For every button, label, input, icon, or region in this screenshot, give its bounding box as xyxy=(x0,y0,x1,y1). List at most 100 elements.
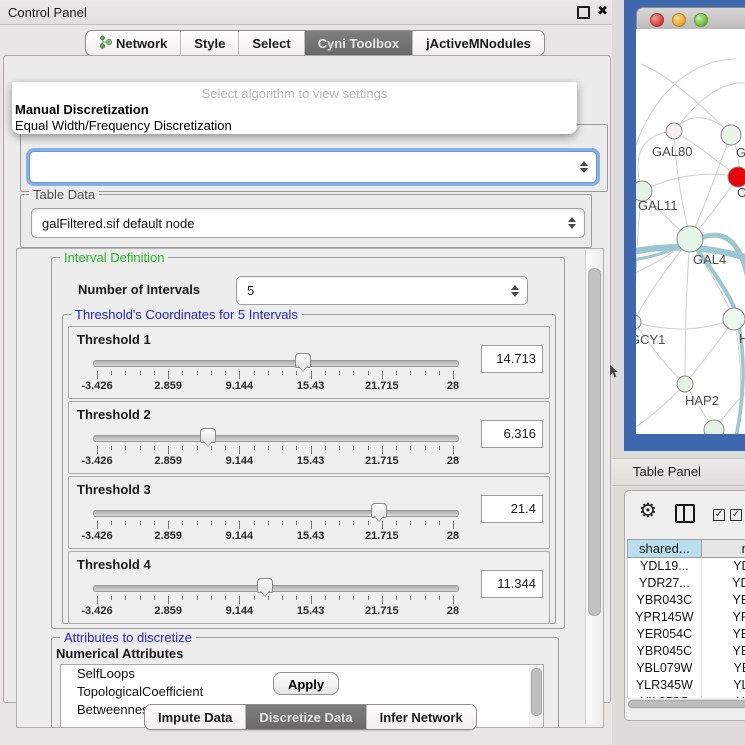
num-intervals-combobox[interactable]: 5 xyxy=(236,276,528,305)
tick-mark xyxy=(282,521,283,525)
table-row[interactable]: YBR043CYBR0 xyxy=(628,592,745,609)
table-cell[interactable]: YBL079W xyxy=(628,660,702,677)
network-edge xyxy=(690,135,731,239)
table-cell[interactable]: YBR043C xyxy=(628,592,702,609)
close-icon[interactable]: ✖ xyxy=(597,3,608,19)
slider-track[interactable] xyxy=(93,510,459,517)
horizontal-scrollbar[interactable] xyxy=(627,699,745,709)
table-row[interactable]: YPR145WYPR1 xyxy=(628,609,745,626)
threshold-value-field[interactable]: 6.316 xyxy=(481,420,543,448)
network-node-h[interactable] xyxy=(723,308,745,330)
tick-mark xyxy=(282,596,283,600)
scrollbar-thumb[interactable] xyxy=(588,268,601,616)
scrollbar-thumb[interactable] xyxy=(531,668,542,716)
network-node[interactable] xyxy=(704,420,724,434)
split-columns-icon[interactable] xyxy=(675,504,695,523)
network-edge xyxy=(685,239,690,384)
numerical-attributes-label: Numerical Attributes xyxy=(56,646,183,661)
threshold-label: Threshold 2 xyxy=(77,407,151,422)
tab-network[interactable]: Network xyxy=(86,31,181,55)
scrollbar-thumb[interactable] xyxy=(628,700,745,708)
slider-track[interactable] xyxy=(93,360,459,367)
float-window-icon[interactable] xyxy=(577,6,590,19)
tab-label: Select xyxy=(252,36,290,51)
tick-mark xyxy=(211,521,212,525)
network-node-gal4[interactable] xyxy=(677,226,703,252)
table-cell[interactable]: YIL052C xyxy=(628,694,702,698)
column-header-name[interactable]: na xyxy=(702,539,745,558)
table-cell[interactable]: YBR045C xyxy=(628,643,702,660)
slider-track[interactable] xyxy=(93,435,459,442)
column-header-shared-name[interactable]: shared... xyxy=(627,539,702,558)
mouse-cursor xyxy=(610,365,619,378)
tab-style[interactable]: Style xyxy=(181,31,239,55)
tab-select[interactable]: Select xyxy=(239,31,304,55)
apply-button[interactable]: Apply xyxy=(273,672,339,695)
table-row[interactable]: YBL079WYBL0 xyxy=(628,660,745,677)
table-row[interactable]: YER054CYER0 xyxy=(628,626,745,643)
network-node-c[interactable] xyxy=(728,167,745,187)
list-scrollbar[interactable] xyxy=(529,666,542,728)
table-cell[interactable]: YLR345W xyxy=(628,677,702,694)
slider-thumb[interactable] xyxy=(295,353,311,368)
dropdown-option-equal-width[interactable]: Equal Width/Frequency Discretization xyxy=(15,118,232,133)
threshold-value-field[interactable]: 14.713 xyxy=(481,345,543,373)
threshold-value-field[interactable]: 21.4 xyxy=(481,495,543,523)
panel-scrollbar[interactable] xyxy=(585,250,602,724)
slider-thumb[interactable] xyxy=(200,428,216,443)
bottom-tab-bar: Impute DataDiscretize Data Infer Network xyxy=(144,704,477,730)
tab-cyni-toolbox[interactable]: Cyni Toolbox xyxy=(305,31,413,55)
table-cell[interactable]: YER0 xyxy=(702,626,745,643)
table-cell[interactable]: YDR2 xyxy=(702,575,745,592)
table-row[interactable]: YLR345WYLR3 xyxy=(628,677,745,694)
zoom-traffic-light[interactable] xyxy=(694,13,708,27)
tab-impute-data[interactable]: Impute Data xyxy=(145,705,246,729)
tick-mark xyxy=(282,446,283,450)
settings-scroll-area: Interval Definition Number of Intervals … xyxy=(16,248,604,728)
table-row[interactable]: YIL052CYIL0 xyxy=(628,694,745,698)
table-cell[interactable]: YLR3 xyxy=(702,677,745,694)
table-cell[interactable]: YBR0 xyxy=(702,643,745,660)
tick-mark xyxy=(254,446,255,450)
table-cell[interactable]: YBL0 xyxy=(702,660,745,677)
tick-label: 2.859 xyxy=(154,380,182,392)
tick-label: 2.859 xyxy=(154,605,182,617)
tab-jactivemnodules[interactable]: jActiveMNodules xyxy=(413,31,544,55)
tab-label: Infer Network xyxy=(380,710,463,725)
checkbox-icon[interactable]: ✓ xyxy=(713,509,725,521)
slider-thumb[interactable] xyxy=(257,578,273,593)
tick-mark xyxy=(368,371,369,375)
table-row[interactable]: YDL19...YDL1 xyxy=(628,558,745,575)
dropdown-option-manual[interactable]: Manual Discretization xyxy=(15,102,149,117)
tab-infer-network[interactable]: Infer Network xyxy=(367,705,476,729)
close-traffic-light[interactable] xyxy=(650,13,664,27)
table-cell[interactable]: YPR1 xyxy=(702,609,745,626)
table-cell[interactable]: YER054C xyxy=(628,626,702,643)
gear-icon[interactable]: ⚙ xyxy=(639,501,657,521)
threshold-value-field[interactable]: 11.344 xyxy=(481,570,543,598)
tick-mark xyxy=(239,521,240,529)
table-cell[interactable]: YDL19... xyxy=(628,558,702,575)
algorithm-combobox[interactable] xyxy=(29,151,597,183)
table-row[interactable]: YBR045CYBR0 xyxy=(628,643,745,660)
tick-label: -3.426 xyxy=(81,605,112,617)
checkbox-icon[interactable]: ✓ xyxy=(730,509,742,521)
table-cell[interactable]: YDR27... xyxy=(628,575,702,592)
slider-track[interactable] xyxy=(93,585,459,592)
table-cell[interactable]: YPR145W xyxy=(628,609,702,626)
minimize-traffic-light[interactable] xyxy=(672,13,686,27)
tick-mark xyxy=(211,596,212,600)
network-node-gcy1[interactable] xyxy=(636,315,641,329)
table-cell[interactable]: YDL1 xyxy=(702,558,745,575)
network-canvas[interactable]: GAL80GACGAL11GAL4GCY1HHAP2 xyxy=(636,29,745,434)
table-cell[interactable]: YBR0 xyxy=(702,592,745,609)
table-cell[interactable]: YIL0 xyxy=(702,694,745,698)
tab-discretize-data[interactable]: Discretize Data xyxy=(246,705,366,729)
slider-thumb[interactable] xyxy=(371,503,387,518)
table-row[interactable]: YDR27...YDR2 xyxy=(628,575,745,592)
network-window-titlebar[interactable] xyxy=(636,7,745,31)
network-node-ga[interactable] xyxy=(721,125,741,145)
network-node-gal80[interactable] xyxy=(666,123,682,139)
table-data-combobox[interactable]: galFiltered.sif default node xyxy=(31,208,585,238)
network-node-hap2[interactable] xyxy=(677,376,693,392)
